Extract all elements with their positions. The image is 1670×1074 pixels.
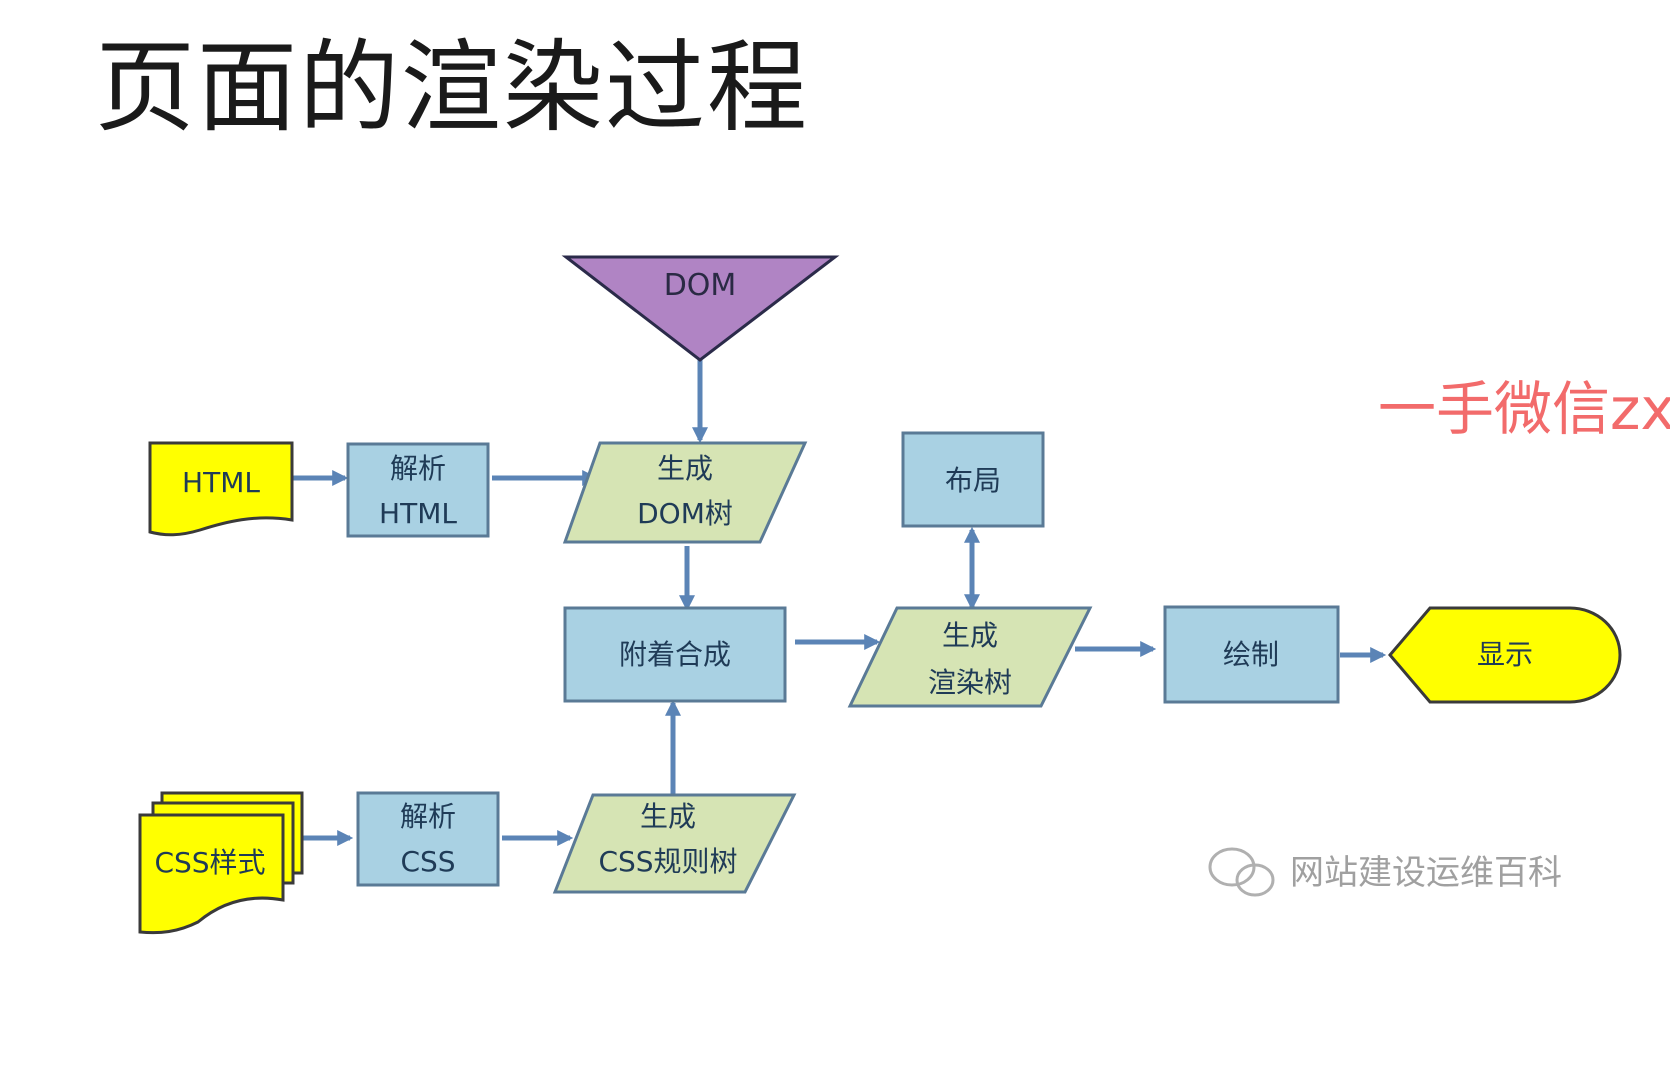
paint-label: 绘制 bbox=[1223, 638, 1279, 671]
layout-node: 布局 bbox=[901, 431, 1045, 528]
parse-html-node: 解析 HTML bbox=[346, 442, 490, 538]
attach-compose-label: 附着合成 bbox=[619, 638, 731, 671]
display-label: 显示 bbox=[1477, 638, 1533, 671]
html-document-label: HTML bbox=[182, 466, 260, 499]
html-document-node: HTML bbox=[148, 441, 294, 537]
connectors bbox=[292, 360, 1387, 847]
gen-css-tree-label-line2: CSS规则树 bbox=[598, 845, 737, 878]
wechat-icon bbox=[1208, 847, 1275, 897]
gen-render-tree-node: 生成 渲染树 bbox=[847, 606, 1093, 708]
dom-node: DOM bbox=[561, 255, 840, 362]
gen-dom-tree-label-line1: 生成 bbox=[657, 452, 713, 485]
parse-css-label-line2: CSS bbox=[400, 845, 455, 878]
parse-html-label-line2: HTML bbox=[379, 497, 457, 530]
watermark-bottom: 网站建设运维百科 bbox=[1208, 847, 1562, 897]
gen-dom-tree-node: 生成 DOM树 bbox=[562, 441, 808, 544]
layout-label: 布局 bbox=[945, 464, 1001, 497]
gen-css-tree-node: 生成 CSS规则树 bbox=[552, 793, 797, 894]
gen-render-tree-label-line1: 生成 bbox=[942, 619, 998, 652]
css-document-label: CSS样式 bbox=[154, 846, 265, 879]
gen-render-tree-label-line2: 渲染树 bbox=[928, 666, 1012, 699]
paint-node: 绘制 bbox=[1163, 605, 1340, 704]
gen-dom-tree-label-line2: DOM树 bbox=[637, 497, 733, 530]
watermark-bottom-text: 网站建设运维百科 bbox=[1290, 853, 1562, 893]
dom-label: DOM bbox=[664, 268, 737, 303]
parse-css-label-line1: 解析 bbox=[400, 800, 456, 833]
display-node: 显示 bbox=[1388, 606, 1622, 704]
gen-css-tree-label-line1: 生成 bbox=[640, 800, 696, 833]
css-document-node: CSS样式 bbox=[138, 791, 304, 935]
parse-css-node: 解析 CSS bbox=[356, 791, 500, 887]
render-flow-diagram: DOM HTML 解析 HTML 生成 DOM树 附着合成 CSS样式 解析 C… bbox=[138, 255, 1622, 935]
attach-compose-node: 附着合成 bbox=[563, 606, 787, 703]
parse-html-label-line1: 解析 bbox=[390, 452, 446, 485]
